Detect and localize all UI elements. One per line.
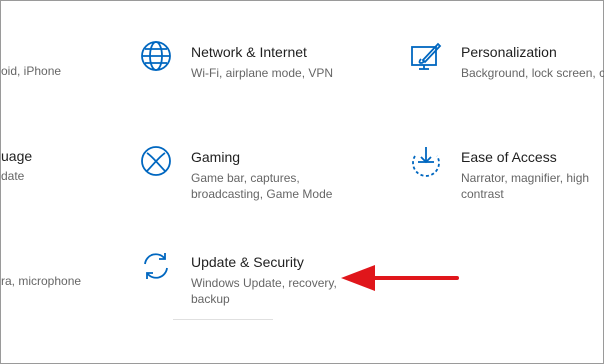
sync-icon [139, 249, 173, 283]
personalization-tile[interactable]: Personalization Background, lock screen,… [461, 43, 604, 81]
tile-description: Game bar, captures, broadcasting, Game M… [191, 171, 333, 201]
xbox-icon [139, 144, 173, 178]
paintbrush-icon [409, 39, 443, 73]
tile-title: Network & Internet [191, 44, 307, 60]
ease-of-access-tile[interactable]: Ease of Access Narrator, magnifier, high… [461, 148, 599, 202]
settings-window: oid, iPhone uage date ra, microphone Net… [0, 0, 604, 364]
tile-description: Windows Update, recovery, backup [191, 276, 337, 306]
globe-icon [139, 39, 173, 73]
tile-title: Update & Security [191, 254, 304, 270]
update-security-tile[interactable]: Update & Security Windows Update, recove… [191, 253, 341, 307]
time-language-tile-title-fragment: uage [1, 148, 33, 164]
red-arrow-annotation [341, 261, 461, 295]
time-language-tile-desc-fragment: date [1, 169, 25, 183]
tile-description: Background, lock screen, c [461, 66, 604, 80]
privacy-tile-desc-fragment: ra, microphone [1, 274, 82, 288]
tile-title: Gaming [191, 149, 241, 165]
gaming-tile[interactable]: Gaming Game bar, captures, broadcasting,… [191, 148, 351, 202]
tile-title: Personalization [461, 44, 557, 60]
tile-title: Ease of Access [461, 149, 557, 165]
ease-of-access-icon [409, 144, 443, 178]
tile-description: Wi-Fi, airplane mode, VPN [191, 66, 334, 80]
phone-tile-desc-fragment: oid, iPhone [1, 64, 62, 78]
network-internet-tile[interactable]: Network & Internet Wi-Fi, airplane mode,… [191, 43, 371, 81]
divider [173, 319, 273, 320]
tile-description: Narrator, magnifier, high contrast [461, 171, 590, 201]
